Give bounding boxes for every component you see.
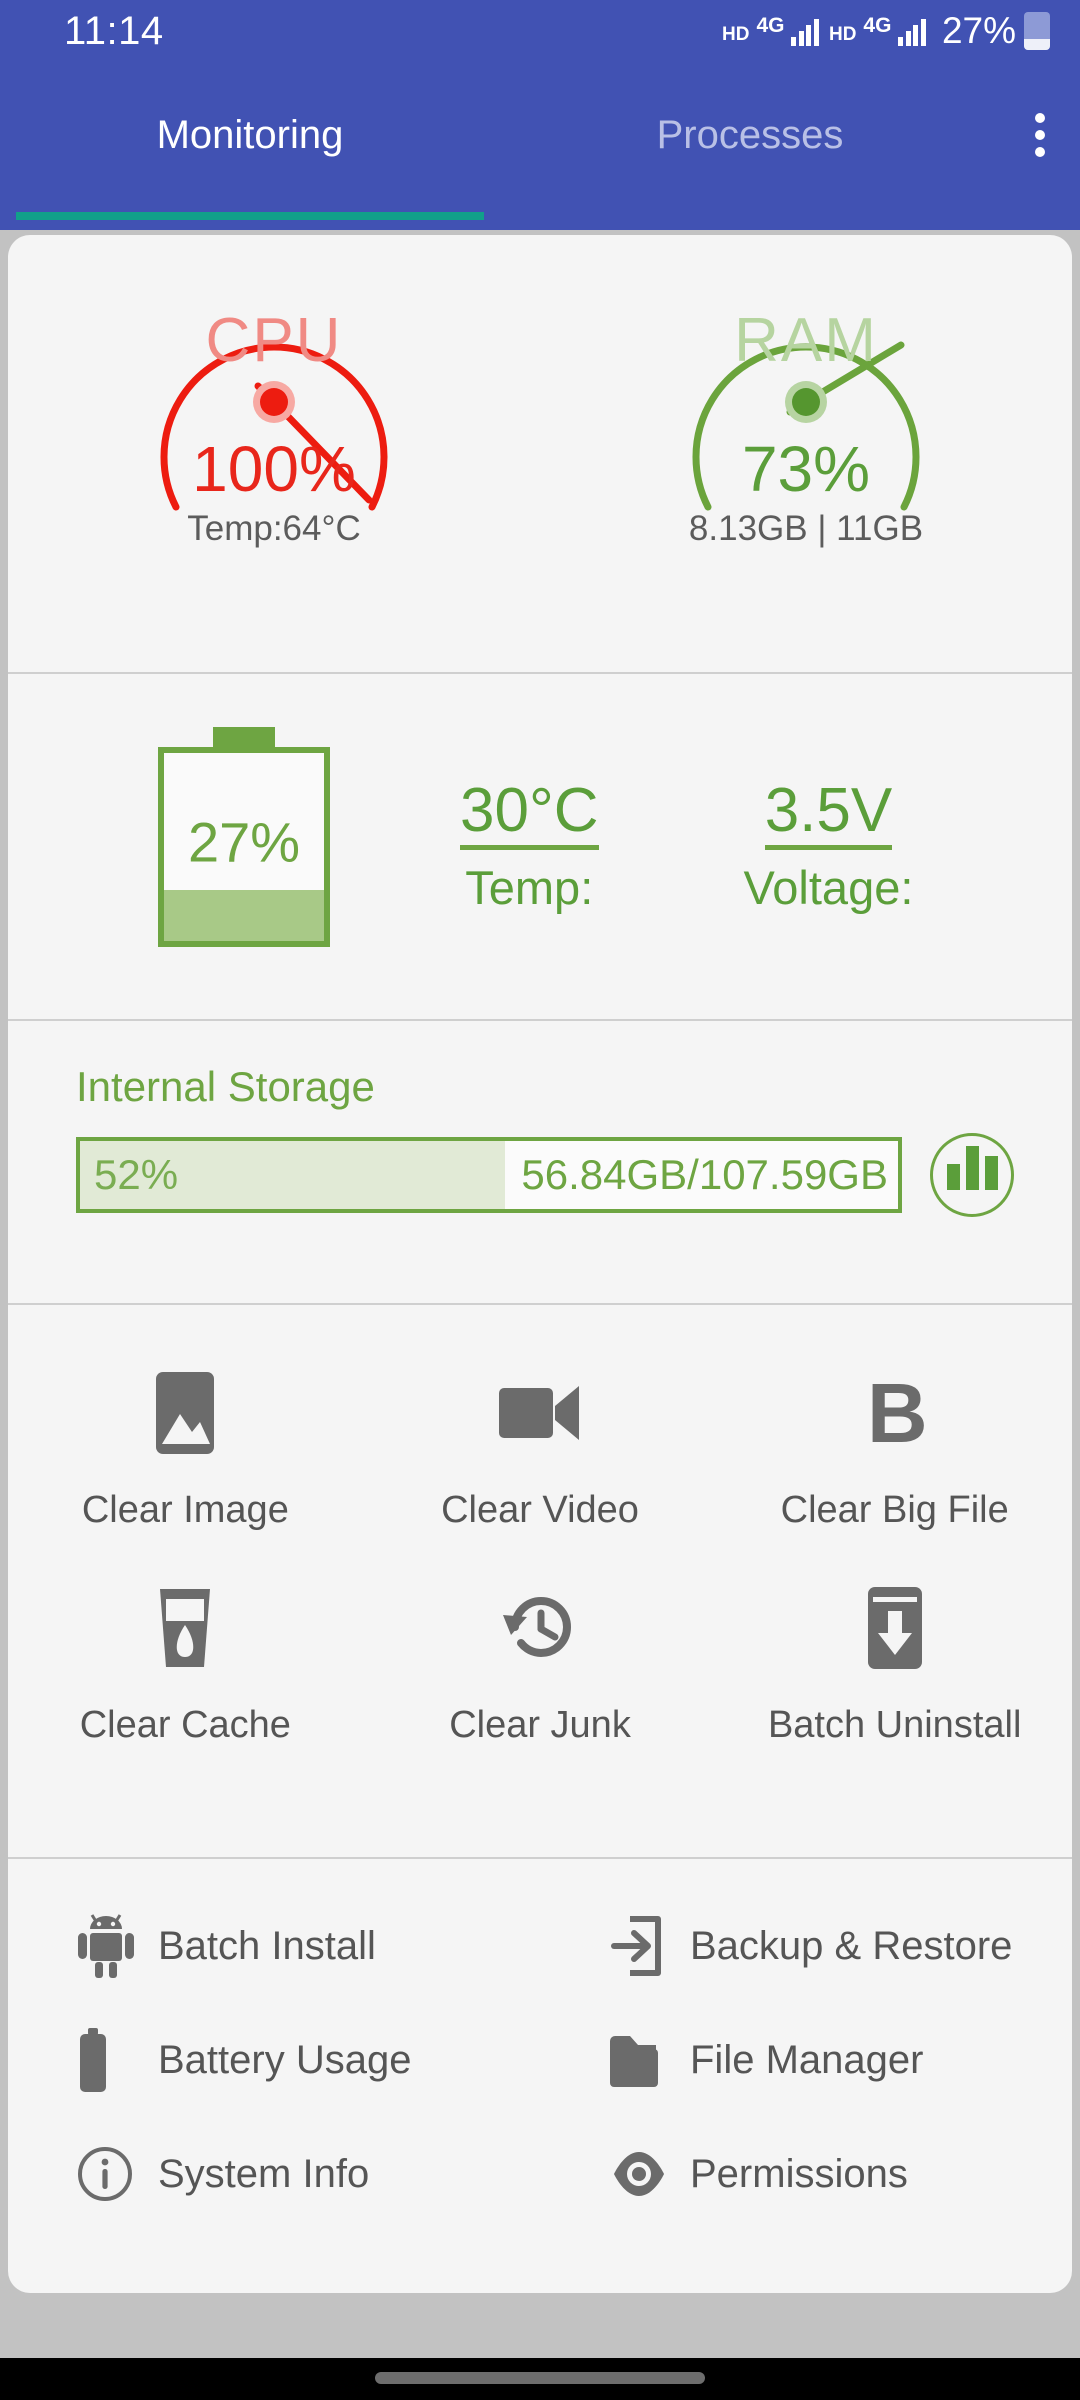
- status-icons: HD 4G HD 4G 27%: [722, 10, 1050, 52]
- status-clock: 11:14: [64, 8, 164, 53]
- battery-voltage-value: 3.5V: [764, 778, 893, 851]
- sim2-signal: HD 4G: [829, 15, 926, 48]
- battery-temp-stat: 30°C Temp:: [460, 778, 599, 915]
- ram-gauge[interactable]: RAM 73% 8.13GB | 11GB: [540, 235, 1072, 548]
- network-type-sim1: 4G: [756, 13, 785, 37]
- bar-chart-icon[interactable]: [930, 1133, 1014, 1217]
- battery-icon: [1024, 12, 1050, 50]
- clear-big-file-label: Clear Big File: [780, 1489, 1009, 1531]
- svg-text:B: B: [867, 1370, 927, 1456]
- menu-row-1: Batch Install Backup & Restore: [8, 1889, 1072, 2003]
- info-circle-icon: [76, 2145, 150, 2203]
- clear-cache-button[interactable]: Clear Cache: [8, 1578, 363, 1793]
- clear-junk-button[interactable]: Clear Junk: [363, 1578, 718, 1793]
- gesture-pill[interactable]: [375, 2372, 705, 2384]
- box-download-icon: [860, 1578, 930, 1678]
- clear-junk-label: Clear Junk: [449, 1704, 631, 1746]
- storage-percent: 52%: [94, 1151, 179, 1198]
- signal-bars-icon-sim1: [791, 16, 819, 46]
- battery-section[interactable]: 27% 30°C Temp: 3.5V Voltage:: [8, 674, 1072, 1019]
- gauges-section: CPU 100% Temp:64°C RAM 73% 8.13GB | 11GB: [8, 235, 1072, 548]
- menu-item-permissions[interactable]: Permissions: [540, 2117, 1072, 2231]
- tab-processes-label: Processes: [656, 112, 844, 157]
- cpu-gauge[interactable]: CPU 100% Temp:64°C: [8, 235, 540, 548]
- clear-big-file-button[interactable]: B Clear Big File: [717, 1363, 1072, 1578]
- more-vertical-icon: [1035, 113, 1045, 157]
- tab-monitoring-label: Monitoring: [156, 112, 344, 157]
- clean-tools-grid: Clear Image Clear Video B Clear Big File: [8, 1305, 1072, 1857]
- clear-video-button[interactable]: Clear Video: [363, 1363, 718, 1578]
- tab-processes[interactable]: Processes: [500, 62, 1000, 230]
- ram-watermark: RAM: [734, 306, 878, 375]
- battery-temp-caption: Temp:: [465, 861, 594, 915]
- storage-progress-bar[interactable]: 52% 56.84GB/107.59GB: [76, 1137, 902, 1213]
- clear-video-label: Clear Video: [441, 1489, 639, 1531]
- history-clock-icon: [497, 1578, 583, 1678]
- menu-item-battery-usage[interactable]: Battery Usage: [8, 2003, 540, 2117]
- clean-tools-row-1: Clear Image Clear Video B Clear Big File: [8, 1363, 1072, 1578]
- storage-section: Internal Storage 52% 56.84GB/107.59GB: [8, 1021, 1072, 1303]
- clear-cache-label: Clear Cache: [79, 1704, 291, 1746]
- storage-title: Internal Storage: [76, 1063, 375, 1110]
- menu-item-backup-restore-label: Backup & Restore: [690, 1923, 1013, 1968]
- menu-list: Batch Install Backup & Restore Battery U…: [8, 1859, 1072, 2231]
- menu-item-system-info[interactable]: System Info: [8, 2117, 540, 2231]
- status-bar: 11:14 HD 4G HD 4G 27%: [0, 0, 1080, 62]
- batch-uninstall-button[interactable]: Batch Uninstall: [717, 1578, 1072, 1793]
- menu-item-batch-install[interactable]: Batch Install: [8, 1889, 540, 2003]
- menu-item-batch-install-label: Batch Install: [158, 1923, 376, 1968]
- system-nav-bar: [0, 2358, 1080, 2400]
- tab-bar: Monitoring Processes: [0, 62, 1080, 230]
- menu-row-3: System Info Permissions: [8, 2117, 1072, 2231]
- cpu-temp: Temp:64°C: [187, 509, 361, 548]
- tab-monitoring[interactable]: Monitoring: [0, 62, 500, 230]
- tab-active-indicator: [16, 212, 484, 220]
- folder-icon: [608, 2031, 682, 2089]
- cpu-percent: 100%: [192, 433, 356, 505]
- battery-icon: [76, 2028, 150, 2092]
- battery-voltage-stat: 3.5V Voltage:: [744, 778, 914, 915]
- storage-size: 56.84GB/107.59GB: [521, 1151, 888, 1198]
- menu-item-battery-usage-label: Battery Usage: [158, 2037, 412, 2082]
- sim1-signal: HD 4G: [722, 15, 819, 48]
- image-icon: [150, 1363, 220, 1463]
- batch-uninstall-label: Batch Uninstall: [767, 1704, 1022, 1746]
- network-type-sim2: 4G: [863, 13, 892, 37]
- eye-icon: [608, 2148, 682, 2200]
- battery-percent-label: 27%: [187, 809, 301, 873]
- menu-item-permissions-label: Permissions: [690, 2151, 908, 2196]
- battery-temp-value: 30°C: [460, 778, 599, 851]
- cpu-watermark: CPU: [205, 306, 343, 375]
- clear-image-label: Clear Image: [81, 1489, 289, 1531]
- ram-usage: 8.13GB | 11GB: [688, 509, 924, 548]
- cache-cup-icon: [150, 1578, 220, 1678]
- menu-item-backup-restore[interactable]: Backup & Restore: [540, 1889, 1072, 2003]
- ram-percent: 73%: [741, 433, 871, 505]
- battery-level-icon: 27%: [158, 746, 330, 947]
- video-camera-icon: [495, 1363, 585, 1463]
- app-bar: 11:14 HD 4G HD 4G 27% Monitoring Process…: [0, 0, 1080, 230]
- hd-icon-sim2: HD: [828, 23, 857, 45]
- main-card: CPU 100% Temp:64°C RAM 73% 8.13GB | 11GB: [8, 235, 1072, 2293]
- menu-row-2: Battery Usage File Manager: [8, 2003, 1072, 2117]
- menu-item-file-manager-label: File Manager: [690, 2037, 924, 2082]
- clean-tools-row-2: Clear Cache Clear Junk Batch Uninstall: [8, 1578, 1072, 1793]
- menu-item-file-manager[interactable]: File Manager: [540, 2003, 1072, 2117]
- menu-item-system-info-label: System Info: [158, 2151, 370, 2196]
- android-robot-icon: [76, 1913, 150, 1979]
- backup-arrow-icon: [608, 1915, 682, 1977]
- hd-icon-sim1: HD: [722, 23, 750, 45]
- signal-bars-icon-sim2: [898, 16, 926, 46]
- battery-voltage-caption: Voltage:: [743, 861, 914, 915]
- clear-image-button[interactable]: Clear Image: [8, 1363, 363, 1578]
- status-battery-percent: 27%: [941, 10, 1016, 51]
- overflow-menu-button[interactable]: [1000, 62, 1080, 230]
- big-file-b-icon: B: [863, 1363, 927, 1463]
